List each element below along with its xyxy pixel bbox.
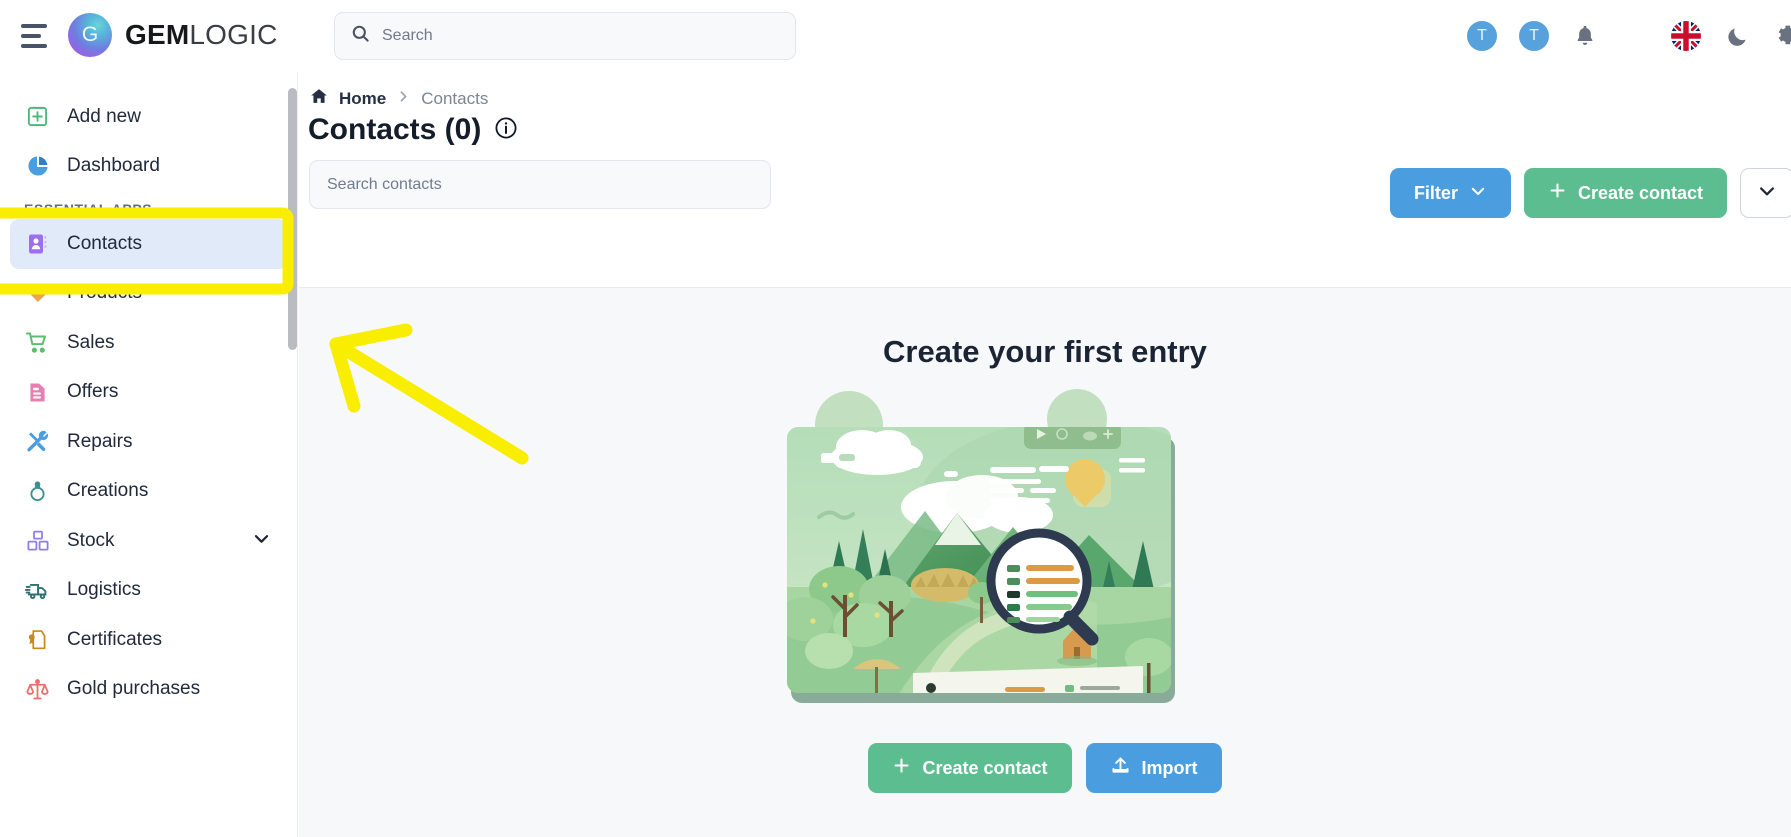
plus-icon xyxy=(892,756,911,780)
sidebar-item-label: Contacts xyxy=(67,232,142,254)
page-title: Contacts (0) xyxy=(308,113,518,147)
breadcrumb-home[interactable]: Home xyxy=(339,89,386,109)
upload-icon xyxy=(1110,755,1131,781)
import-button[interactable]: Import xyxy=(1085,743,1222,793)
sidebar-item-label: Certificates xyxy=(67,628,163,650)
sidebar-item-label: Stock xyxy=(67,529,115,551)
brand-gem: GEM xyxy=(125,19,190,50)
sidebar-section-label: ESSENTIAL APPS xyxy=(24,201,153,217)
empty-create-contact-label: Create contact xyxy=(922,757,1048,778)
topbar-actions: T T xyxy=(1467,0,1791,72)
breadcrumb: Home Contacts xyxy=(310,87,488,110)
empty-state-actions: Create contact Import xyxy=(299,743,1791,793)
more-actions-button[interactable] xyxy=(1740,168,1791,218)
empty-state: Create your first entry Create contact I… xyxy=(299,288,1791,837)
sidebar-item-label: Creations xyxy=(67,480,149,502)
search-contacts-placeholder: Search contacts xyxy=(327,175,442,193)
search-icon xyxy=(351,24,370,48)
sidebar-item-label: Add new xyxy=(67,105,141,127)
avatar[interactable]: T xyxy=(1467,21,1497,51)
dashboard-pie-icon xyxy=(24,153,51,180)
sidebar-item-gold-purchases[interactable]: Gold purchases xyxy=(10,665,287,715)
empty-state-landscape-illustration xyxy=(777,389,1181,733)
sidebar-item-sales[interactable]: Sales xyxy=(10,318,287,368)
empty-create-contact-button[interactable]: Create contact xyxy=(868,743,1072,793)
logistics-truck-icon xyxy=(24,577,51,604)
sidebar-scrollbar-thumb[interactable] xyxy=(288,88,297,350)
bell-icon[interactable] xyxy=(1571,22,1599,50)
filter-button[interactable]: Filter xyxy=(1389,168,1511,218)
offers-document-icon xyxy=(24,379,51,406)
sidebar-item-dashboard[interactable]: Dashboard xyxy=(10,142,287,192)
sidebar-item-label: Gold purchases xyxy=(67,678,201,700)
page-title-text: Contacts (0) xyxy=(308,113,482,146)
add-new-icon xyxy=(24,103,51,130)
hamburger-bar xyxy=(21,44,47,48)
avatar[interactable]: T xyxy=(1519,21,1549,51)
sidebar-navigation: Add new Dashboard ESSENTIAL APPS Contact… xyxy=(0,72,298,837)
brand-wordmark: GEMLOGIC xyxy=(125,19,278,51)
create-contact-button-label: Create contact xyxy=(1577,182,1703,203)
brand-logo[interactable]: GEMLOGIC xyxy=(68,13,278,57)
filter-button-label: Filter xyxy=(1413,182,1458,203)
scales-icon xyxy=(24,676,51,703)
sidebar-item-label: Logistics xyxy=(67,579,141,601)
repairs-tools-icon xyxy=(24,428,51,455)
sidebar-item-label: Products xyxy=(67,282,142,304)
certificate-icon xyxy=(24,626,51,653)
settings-gear-icon[interactable] xyxy=(1773,22,1791,50)
hamburger-menu-icon[interactable] xyxy=(18,20,52,52)
sidebar-item-certificates[interactable]: Certificates xyxy=(10,615,287,665)
sidebar-item-add-new[interactable]: Add new xyxy=(10,92,287,142)
top-bar: GEMLOGIC Search T T xyxy=(0,0,1791,72)
language-flag-icon[interactable] xyxy=(1671,21,1701,51)
sidebar-item-label: Dashboard xyxy=(67,155,160,177)
contacts-book-icon xyxy=(24,230,51,257)
dark-mode-moon-icon[interactable] xyxy=(1723,22,1751,50)
sidebar-item-creations[interactable]: Creations xyxy=(10,467,287,517)
sidebar-item-repairs[interactable]: Repairs xyxy=(10,417,287,467)
create-contact-button[interactable]: Create contact xyxy=(1523,168,1727,218)
home-icon[interactable] xyxy=(310,87,328,110)
breadcrumb-current: Contacts xyxy=(421,88,489,108)
search-contacts-input[interactable]: Search contacts xyxy=(309,160,771,209)
sidebar-item-logistics[interactable]: Logistics xyxy=(10,566,287,616)
plus-icon xyxy=(1548,181,1567,205)
global-search-placeholder: Search xyxy=(382,27,433,44)
stock-boxes-icon xyxy=(24,527,51,554)
main-content: Home Contacts Contacts (0) Search contac… xyxy=(299,72,1791,837)
import-button-label: Import xyxy=(1141,757,1198,778)
sidebar-item-products[interactable]: Products xyxy=(10,269,287,319)
page-header: Home Contacts Contacts (0) Search contac… xyxy=(299,72,1791,288)
sales-cart-icon xyxy=(24,329,51,356)
chevron-down-icon xyxy=(1757,181,1777,206)
global-search-input[interactable]: Search xyxy=(334,12,796,60)
header-actions: Filter Create contact xyxy=(1389,168,1791,218)
sidebar-item-contacts[interactable]: Contacts xyxy=(10,219,287,269)
hamburger-bar xyxy=(21,34,41,38)
sidebar-item-label: Offers xyxy=(67,381,119,403)
breadcrumb-separator-icon xyxy=(397,89,410,109)
sidebar-item-stock[interactable]: Stock xyxy=(10,516,287,566)
chevron-down-icon[interactable] xyxy=(252,529,271,553)
chevron-down-icon xyxy=(1469,182,1487,205)
sidebar-item-offers[interactable]: Offers xyxy=(10,368,287,418)
info-circle-icon[interactable] xyxy=(494,116,518,145)
apps-grid-icon[interactable] xyxy=(1621,22,1649,50)
sidebar-item-label: Sales xyxy=(67,331,115,353)
product-tag-icon xyxy=(24,280,51,307)
gemlogic-logo-icon xyxy=(68,13,112,57)
empty-state-title: Create your first entry xyxy=(883,334,1207,369)
creations-ring-icon xyxy=(24,478,51,505)
brand-logic: LOGIC xyxy=(189,19,278,50)
sidebar-item-label: Repairs xyxy=(67,430,133,452)
hamburger-bar xyxy=(21,24,47,28)
